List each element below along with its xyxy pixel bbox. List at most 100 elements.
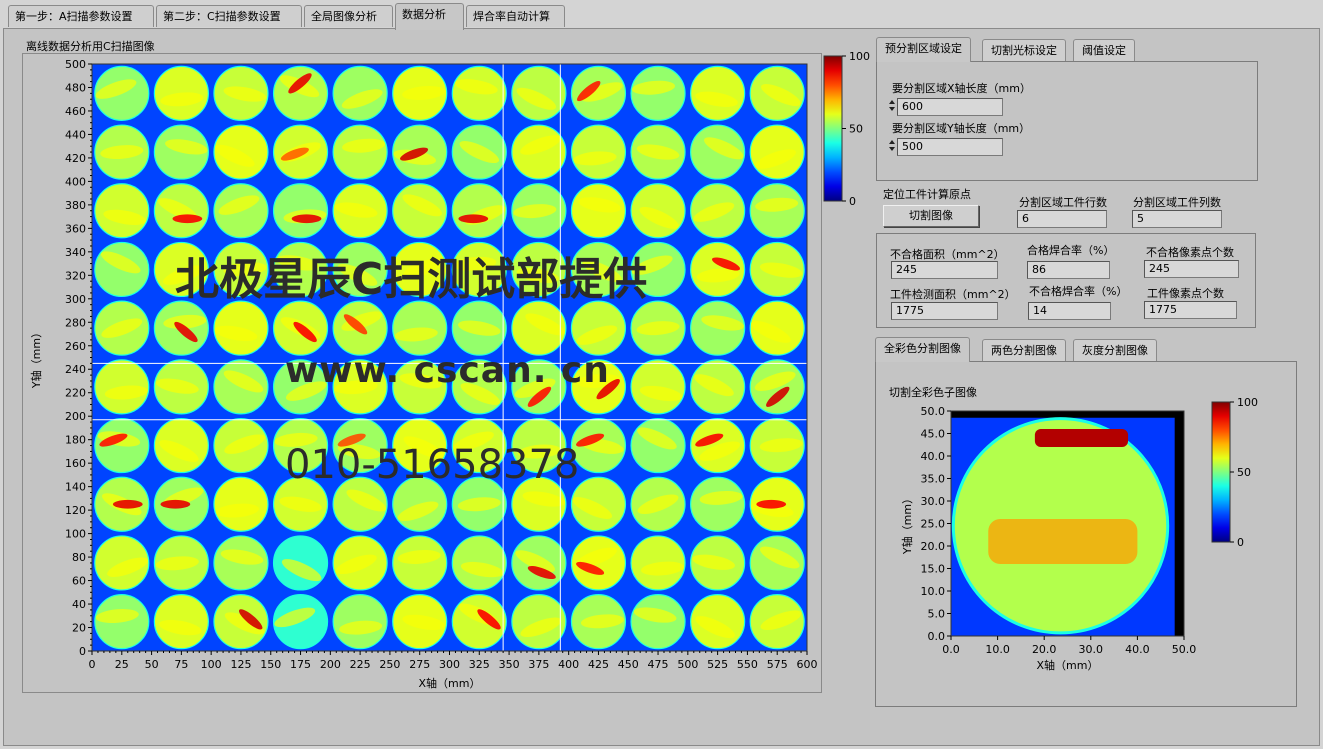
tab-presplit-region[interactable]: 预分割区域设定 (876, 37, 971, 62)
x-tick-label: 550 (737, 658, 758, 671)
x-tick-label: 450 (618, 658, 639, 671)
x-axis-label: X轴（mm） (419, 676, 481, 690)
sub-colorbar-tick-label: 100 (1237, 398, 1258, 409)
good-rate-label: 合格焊合率（%） (1027, 244, 1115, 257)
x-tick-label: 275 (409, 658, 430, 671)
x-tick-label: 50 (145, 658, 159, 671)
x-tick-label: 425 (588, 658, 609, 671)
sub-y-axis-label: Y轴（mm） (900, 493, 914, 555)
tab-threshold[interactable]: 阈值设定 (1073, 39, 1135, 61)
pixels-value: 1775 (1144, 301, 1237, 319)
x-tick-label: 150 (260, 658, 281, 671)
x-tick-label: 375 (528, 658, 549, 671)
y-tick-label: 140 (65, 481, 86, 494)
sub-y-tick-label: 5.0 (928, 608, 946, 621)
sub-y-tick-label: 35.0 (921, 473, 946, 486)
y-tick-label: 120 (65, 504, 86, 517)
region-y-label: 要分割区域Y轴长度（mm） (892, 122, 1031, 135)
y-tick-label: 220 (65, 387, 86, 400)
tab-grayscale[interactable]: 灰度分割图像 (1073, 339, 1157, 361)
main-cscan-plot[interactable]: 0 25 50 75 100 125 150 175 200 225 250 275 300 325 350… (22, 53, 822, 693)
sub-y-tick-label: 50.0 (921, 405, 946, 418)
y-tick-label: 40 (72, 598, 86, 611)
main-colorbar: 0 50 100 (823, 52, 870, 208)
sub-x-tick-label: 30.0 (1079, 643, 1104, 656)
defect-spot (458, 214, 489, 224)
sub-y-tick-label: 45.0 (921, 428, 946, 441)
main-colorbar-tick-label: 100 (849, 52, 870, 63)
tab-data-analysis[interactable]: 数据分析 (395, 3, 464, 30)
region-x-stepper[interactable] (889, 98, 896, 116)
x-tick-label: 500 (677, 658, 698, 671)
cols-value: 5 (1132, 210, 1222, 228)
sub-cscan-plot[interactable]: 0.0 10.0 20.0 30.0 40.0 50.0 0.0 5.0 10.0 15.0 20.… (885, 398, 1210, 680)
y-tick-label: 100 (65, 528, 86, 541)
tab-full-color[interactable]: 全彩色分割图像 (875, 337, 970, 362)
region-x-label: 要分割区域X轴长度（mm） (892, 82, 1031, 95)
defect-spot (756, 499, 787, 509)
sub-colorbar-gradient (1211, 401, 1231, 543)
region-y-input[interactable]: 500 (897, 138, 1003, 156)
sub-x-tick-label: 10.0 (985, 643, 1010, 656)
sub-warm-band (988, 519, 1138, 564)
y-tick-label: 320 (65, 269, 86, 282)
test-area-value: 1775 (891, 302, 998, 320)
main-colorbar-gradient (823, 55, 843, 202)
sub-y-tick-label: 30.0 (921, 495, 946, 508)
y-tick-label: 380 (65, 199, 86, 212)
x-tick-label: 100 (201, 658, 222, 671)
sub-x-tick-label: 50.0 (1172, 643, 1197, 656)
region-x-input[interactable]: 600 (897, 98, 1003, 116)
x-tick-label: 200 (320, 658, 341, 671)
origin-label: 定位工件计算原点 (883, 188, 971, 201)
sub-x-axis-label: X轴（mm） (1037, 658, 1099, 672)
x-tick-label: 475 (648, 658, 669, 671)
cut-image-button[interactable]: 切割图像 (883, 205, 979, 227)
y-tick-label: 500 (65, 58, 86, 71)
rows-value: 6 (1017, 210, 1107, 228)
defect-spot (112, 499, 143, 509)
tab-auto-weld-calc[interactable]: 焊合率自动计算 (466, 5, 565, 27)
y-tick-label: 80 (72, 551, 86, 564)
bad-rate-value: 14 (1028, 302, 1111, 320)
x-tick-label: 350 (499, 658, 520, 671)
defect-spot (172, 214, 203, 224)
y-tick-label: 160 (65, 457, 86, 470)
bad-pixels-value: 245 (1144, 260, 1239, 278)
y-tick-label: 400 (65, 175, 86, 188)
y-tick-label: 480 (65, 81, 86, 94)
sub-y-tick-label: 10.0 (921, 585, 946, 598)
sub-defect-band (1034, 429, 1129, 447)
x-tick-label: 325 (469, 658, 490, 671)
x-tick-label: 575 (767, 658, 788, 671)
tab-step-2[interactable]: 第二步：C扫描参数设置 (156, 5, 302, 27)
y-tick-label: 280 (65, 316, 86, 329)
defect-spot (160, 499, 191, 509)
y-tick-label: 20 (72, 622, 86, 635)
sub-colorbar-tick-label: 0 (1237, 536, 1244, 549)
sub-x-tick-label: 40.0 (1125, 643, 1150, 656)
x-tick-label: 400 (558, 658, 579, 671)
tab-step-1[interactable]: 第一步：A扫描参数设置 (8, 5, 154, 27)
bad-area-label: 不合格面积（mm^2） (890, 248, 1005, 261)
sub-y-tick-label: 15.0 (921, 563, 946, 576)
x-tick-label: 225 (350, 658, 371, 671)
x-tick-label: 600 (797, 658, 818, 671)
sub-x-tick-label: 0.0 (942, 643, 960, 656)
tab-global-analysis[interactable]: 全局图像分析 (304, 5, 393, 27)
tab-two-color[interactable]: 两色分割图像 (982, 339, 1066, 361)
x-tick-label: 75 (174, 658, 188, 671)
y-tick-label: 180 (65, 434, 86, 447)
y-tick-label: 360 (65, 222, 86, 235)
rows-label: 分割区域工件行数 (1019, 196, 1107, 209)
y-tick-label: 420 (65, 152, 86, 165)
main-tab-bar: 第一步：A扫描参数设置 第二步：C扫描参数设置 全局图像分析 数据分析 焊合率自… (0, 0, 1323, 30)
tab-cut-cursor[interactable]: 切割光标设定 (982, 39, 1066, 61)
y-tick-label: 340 (65, 246, 86, 259)
sub-y-tick-label: 0.0 (928, 630, 946, 643)
bad-area-value: 245 (891, 261, 998, 279)
x-tick-label: 525 (707, 658, 728, 671)
good-rate-value: 86 (1027, 261, 1110, 279)
sub-y-tick-label: 25.0 (921, 518, 946, 531)
region-y-stepper[interactable] (889, 138, 896, 156)
